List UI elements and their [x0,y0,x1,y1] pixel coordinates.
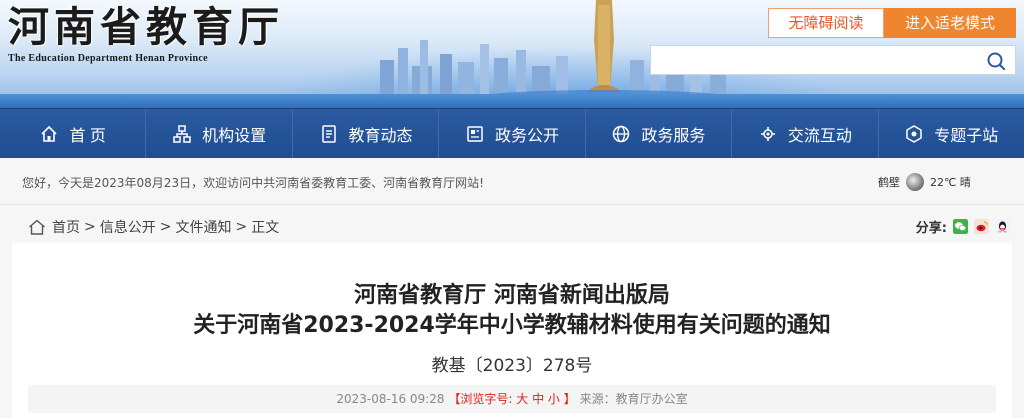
breadcrumb-separator: > [159,219,172,235]
site-logo[interactable]: 河南省教育厅 The Education Department Henan Pr… [8,3,284,64]
font-size-medium-button[interactable]: 中 [532,392,544,406]
qq-icon[interactable] [995,219,1010,234]
interaction-icon [758,124,778,144]
site-header: 河南省教育厅 The Education Department Henan Pr… [0,0,1024,108]
nav-label: 专题子站 [934,127,999,145]
breadcrumb: 首页 > 信息公开 > 文件通知 > 正文 [28,217,279,237]
nav-item-government-services[interactable]: 政务服务 [586,109,733,158]
publish-date: 2023-08-16 09:28 [336,392,445,406]
search-icon[interactable] [985,50,1007,72]
nav-label: 政务服务 [641,127,706,145]
nav-item-government-disclosure[interactable]: 政务公开 [439,109,586,158]
water-reflection [0,94,1024,108]
nav-item-interaction[interactable]: 交流互动 [732,109,879,158]
breadcrumb-separator: > [84,219,96,235]
weather-icon [906,173,924,191]
org-chart-icon [172,124,192,144]
article-title-line2: 关于河南省2023-2024学年中小学教辅材料使用有关问题的通知 [193,313,831,338]
globe-icon [611,124,631,144]
home-icon [39,124,59,144]
wechat-icon[interactable] [953,219,968,234]
document-icon [319,124,339,144]
nav-label: 机构设置 [202,127,267,145]
welcome-text: 您好，今天是2023年08月23日，欢迎访问中共河南省委教育工委、河南省教育厅网… [22,176,484,190]
breadcrumb-bar: 首页 > 信息公开 > 文件通知 > 正文 分享: [0,205,1024,243]
article-meta-bar: 2023-08-16 09:28 【浏览字号: 大 中 小 】 来源：教育厅办公… [28,385,996,413]
search-input[interactable] [651,46,971,74]
article-area: 河南省教育厅 河南省新闻出版局 关于河南省2023-2024学年中小学教辅材料使… [0,243,1024,418]
accessibility-reading-button[interactable]: 无障碍阅读 [768,8,884,38]
breadcrumb-current: 正文 [251,220,280,236]
nav-label: 交流互动 [787,127,852,145]
topic-icon [904,124,924,144]
search-box [650,45,1016,75]
welcome-bar: 您好，今天是2023年08月23日，欢迎访问中共河南省委教育工委、河南省教育厅网… [0,158,1024,205]
home-icon [29,219,45,235]
weather-city: 鹤壁 [878,176,900,189]
nav-item-home[interactable]: 首 页 [0,109,147,158]
font-size-large-button[interactable]: 大 [516,392,528,406]
nav-label: 政务公开 [494,127,559,145]
breadcrumb-info-disclosure[interactable]: 信息公开 [100,217,156,237]
document-number: 教基〔2023〕278号 [431,356,593,376]
nav-label: 教育动态 [348,127,413,145]
share-label: 分享: [915,221,947,236]
nav-item-org[interactable]: 机构设置 [146,109,293,158]
main-nav: 首 页 机构设置 教育动态 政务公开 政务服务 交流互动 专题子站 [0,108,1024,158]
breadcrumb-separator: > [235,219,248,235]
weibo-icon[interactable] [974,219,989,234]
font-size-small-button[interactable]: 小 [548,392,560,406]
nav-item-education-news[interactable]: 教育动态 [293,109,440,158]
site-name-cn: 河南省教育厅 [8,3,284,51]
font-size-suffix: 】 [563,392,576,406]
nav-label: 首 页 [69,127,106,145]
newspaper-icon [465,124,485,144]
elder-mode-button[interactable]: 进入适老模式 [884,8,1016,38]
font-size-prefix: 【浏览字号: [448,392,513,406]
font-size-switcher: 【浏览字号: 大 中 小 】 [448,392,579,406]
article-title-line1: 河南省教育厅 河南省新闻出版局 [354,283,670,308]
weather-widget: 鹤壁 22℃ 晴 [878,173,971,191]
article-source: 来源：教育厅办公室 [579,392,688,406]
share-box: 分享: [916,217,1010,236]
article-paper: 河南省教育厅 河南省新闻出版局 关于河南省2023-2024学年中小学教辅材料使… [12,243,1012,418]
weather-temp: 22℃ 晴 [930,176,971,189]
breadcrumb-file-notices[interactable]: 文件通知 [175,217,231,237]
site-name-en: The Education Department Henan Province [8,53,208,64]
nav-item-topics[interactable]: 专题子站 [879,109,1024,158]
breadcrumb-home[interactable]: 首页 [52,217,80,237]
